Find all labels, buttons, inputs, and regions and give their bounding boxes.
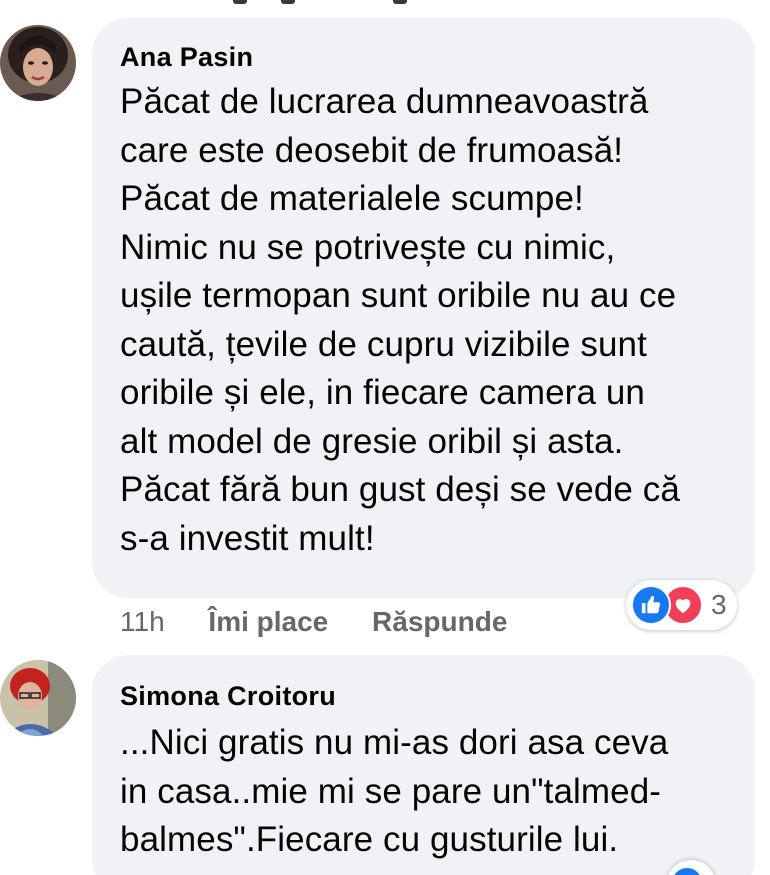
like-icon (631, 585, 671, 625)
reactions-summary[interactable]: 3 (626, 580, 737, 630)
comment-bubble: Simona Croitoru ...Nici gratis nu mi-as … (92, 655, 755, 875)
comment-timestamp[interactable]: 11h (120, 606, 165, 637)
comment-author[interactable]: Ana Pasin (120, 42, 253, 73)
reply-button[interactable]: Răspunde (372, 606, 507, 637)
comment-author[interactable]: Simona Croitoru (120, 681, 336, 712)
comment-text: Păcat de lucrarea dumneavoastră care est… (120, 82, 680, 558)
comments-thread: Ana Pasin Păcat de lucrarea dumneavoastr… (0, 0, 770, 875)
like-icon (672, 868, 702, 875)
reaction-count: 3 (711, 589, 727, 620)
profile-photo-icon (0, 660, 76, 736)
comment-actions: 11h Îmi place Răspunde (120, 606, 507, 638)
avatar-simona-croitoru[interactable] (0, 660, 76, 736)
previous-comment-actions-cutoff (0, 0, 770, 8)
avatar-ana-pasin[interactable] (0, 25, 76, 101)
comment-text: ...Nici gratis nu mi-as dori asa ceva in… (120, 723, 669, 859)
comment-bubble: Ana Pasin Păcat de lucrarea dumneavoastr… (92, 18, 755, 598)
profile-photo-icon (0, 25, 76, 101)
like-button[interactable]: Îmi place (208, 606, 328, 637)
